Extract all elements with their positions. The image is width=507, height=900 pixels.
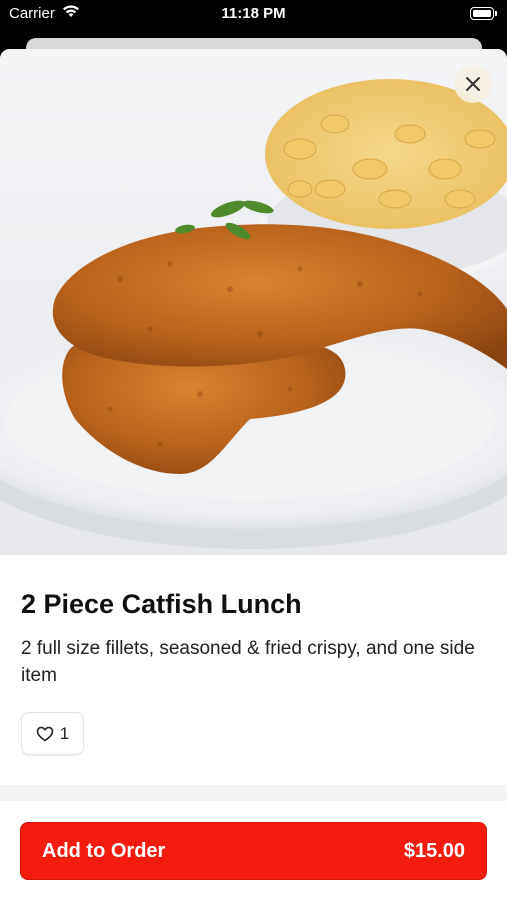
status-time: 11:18 PM xyxy=(221,5,286,22)
item-detail-sheet: 2 Piece Catfish Lunch 2 full size fillet… xyxy=(0,49,507,900)
like-count: 1 xyxy=(59,723,70,743)
item-price: $15.00 xyxy=(403,839,465,862)
item-description: 2 full size fillets, seasoned & fried cr… xyxy=(21,638,475,686)
status-bar: Carrier 11:18 PM xyxy=(0,0,507,28)
heart-icon xyxy=(36,726,54,741)
add-to-order-label: Add to Order xyxy=(42,839,166,862)
divider xyxy=(0,785,507,801)
add-to-order-button[interactable]: Add to Order $15.00 xyxy=(20,822,487,880)
close-button[interactable] xyxy=(454,65,492,103)
battery-icon xyxy=(470,7,497,20)
close-icon xyxy=(466,77,480,91)
item-photo xyxy=(0,49,507,555)
item-title: 2 Piece Catfish Lunch xyxy=(21,589,302,619)
like-button[interactable]: 1 xyxy=(21,712,84,755)
